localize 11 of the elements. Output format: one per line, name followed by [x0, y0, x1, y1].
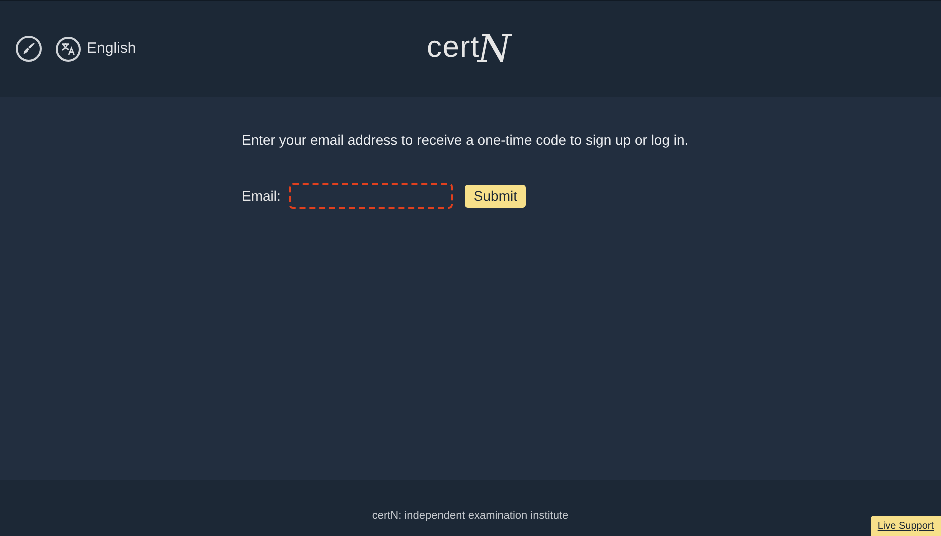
footer-text: certN: independent examination institute: [372, 508, 569, 524]
paintbrush-icon: [22, 42, 36, 56]
language-button[interactable]: English: [56, 36, 136, 62]
logo: certN: [427, 26, 512, 70]
email-field[interactable]: [288, 183, 453, 209]
theme-button[interactable]: [16, 36, 42, 62]
live-support-link[interactable]: Live Support: [870, 516, 941, 536]
translate-icon: [56, 36, 81, 62]
email-label: Email:: [242, 186, 281, 206]
intro-text: Enter your email address to receive a one-time code to sign up or log in.: [242, 131, 690, 150]
submit-button[interactable]: Submit: [464, 184, 526, 208]
